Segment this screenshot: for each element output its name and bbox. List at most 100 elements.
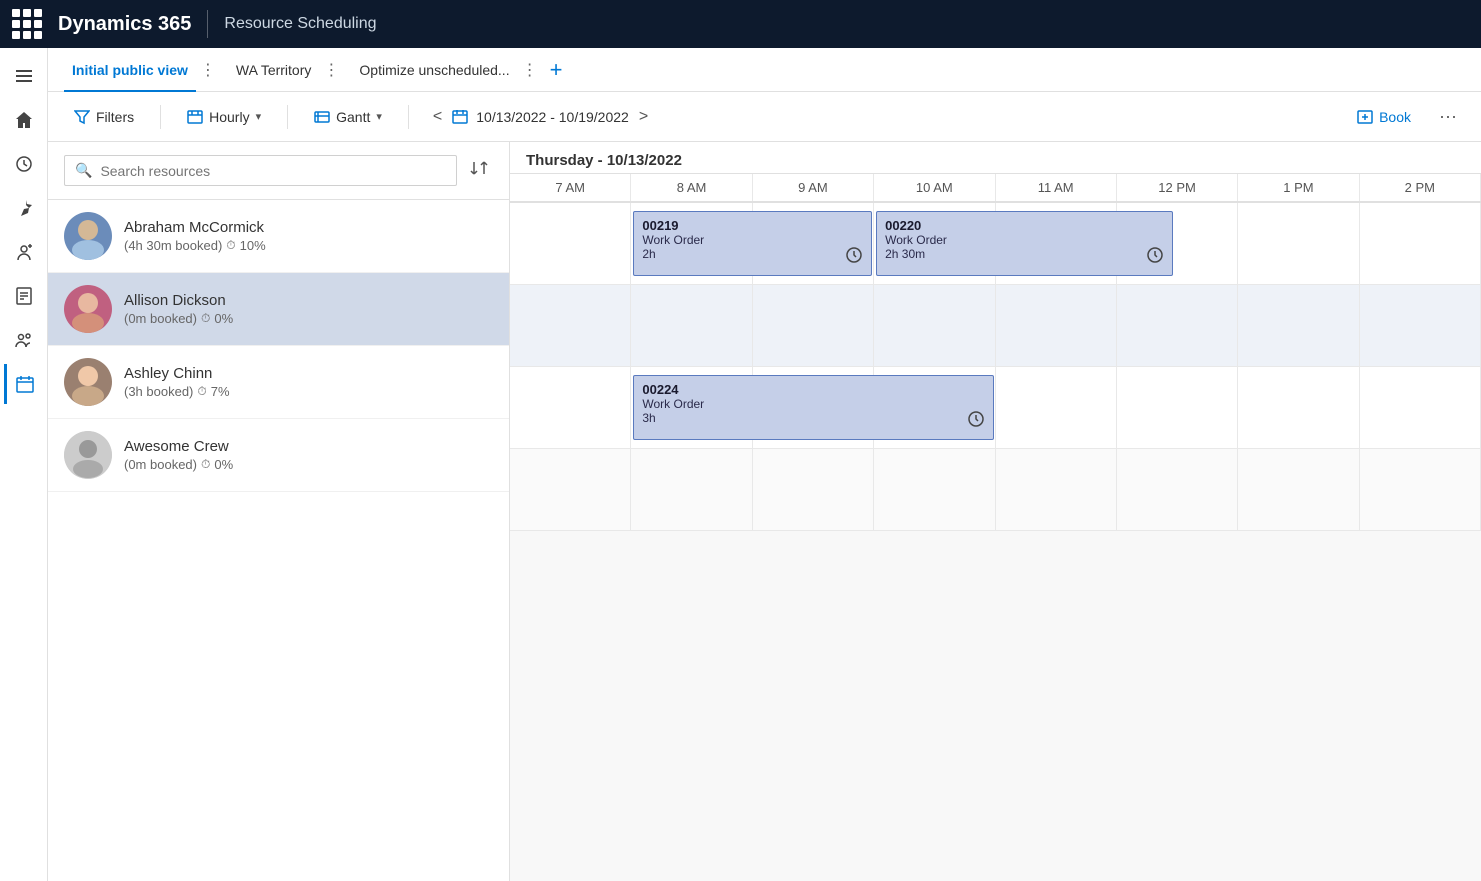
time-slot-12pm: 12 PM xyxy=(1117,174,1238,201)
gantt-label: Gantt xyxy=(336,109,370,125)
sidebar-item-calendar[interactable] xyxy=(4,364,44,404)
clock-icon-allison: ⏱ xyxy=(201,311,210,326)
resource-booked-ashley: (3h booked) xyxy=(124,384,193,399)
tab-more-initial[interactable]: ⋮ xyxy=(196,60,220,80)
gantt-row-ashley: 00224 Work Order 3h xyxy=(510,367,1481,449)
resource-info-abraham: Abraham McCormick (4h 30m booked) ⏱ 10% xyxy=(124,219,266,253)
prev-arrow-button[interactable]: < xyxy=(425,104,450,130)
clock-icon-abraham: ⏱ xyxy=(226,238,235,253)
calendar-range-icon xyxy=(452,109,468,125)
tab-label-wa: WA Territory xyxy=(236,62,311,78)
sidebar-item-reports[interactable] xyxy=(4,276,44,316)
avatar-allison xyxy=(64,285,112,333)
sort-button[interactable] xyxy=(465,154,493,187)
clock-icon-awesome-crew: ⏱ xyxy=(201,457,210,472)
toolbar-sep-2 xyxy=(287,105,288,129)
resource-booked-awesome-crew: (0m booked) xyxy=(124,457,197,472)
book-icon xyxy=(1357,109,1373,125)
hourly-label: Hourly xyxy=(209,109,249,125)
sidebar-item-recent[interactable] xyxy=(4,144,44,184)
gantt-chevron: ▾ xyxy=(376,110,382,123)
time-slot-9am: 9 AM xyxy=(753,174,874,201)
wo-type-00219: Work Order xyxy=(642,233,863,247)
resource-meta-ashley: (3h booked) ⏱ 7% xyxy=(124,384,230,399)
resource-name-abraham: Abraham McCormick xyxy=(124,219,266,236)
wo-number-00219: 00219 xyxy=(642,218,863,233)
nav-arrows: < 10/13/2022 - 10/19/2022 > xyxy=(425,104,656,130)
tab-initial-public-view[interactable]: Initial public view xyxy=(64,48,196,92)
nav-divider xyxy=(207,10,208,38)
search-input-wrapper[interactable]: 🔍 xyxy=(64,155,457,186)
work-order-00224[interactable]: 00224 Work Order 3h xyxy=(633,375,993,440)
avatar-ashley-svg xyxy=(64,358,112,406)
search-input[interactable] xyxy=(100,163,446,179)
avatar-awesome-crew xyxy=(64,431,112,479)
wo-type-00224: Work Order xyxy=(642,397,984,411)
tab-optimize[interactable]: Optimize unscheduled... xyxy=(351,48,517,92)
app-launcher-icon[interactable] xyxy=(12,9,42,39)
sidebar-item-pinned[interactable] xyxy=(4,188,44,228)
resource-item-allison[interactable]: Allison Dickson (0m booked) ⏱ 0% xyxy=(48,273,509,346)
wo-number-00220: 00220 xyxy=(885,218,1164,233)
hourly-icon xyxy=(187,109,203,125)
calendar-icon xyxy=(15,374,35,394)
sort-icon xyxy=(469,158,489,178)
scheduler: 🔍 xyxy=(48,142,1481,881)
sidebar-item-home[interactable] xyxy=(4,100,44,140)
date-range-text: 10/13/2022 - 10/19/2022 xyxy=(476,109,629,125)
time-slot-7am: 7 AM xyxy=(510,174,631,201)
avatar-abraham xyxy=(64,212,112,260)
sidebar-item-contacts[interactable] xyxy=(4,232,44,272)
resource-name-awesome-crew: Awesome Crew xyxy=(124,438,233,455)
hourly-chevron: ▾ xyxy=(256,110,262,123)
resource-item-abraham[interactable]: Abraham McCormick (4h 30m booked) ⏱ 10% xyxy=(48,200,509,273)
avatar-awesome-crew-svg xyxy=(64,431,112,479)
more-options-button[interactable]: ··· xyxy=(1431,102,1465,131)
avatar-ashley xyxy=(64,358,112,406)
sidebar-icons xyxy=(0,48,48,881)
resource-item-ashley[interactable]: Ashley Chinn (3h booked) ⏱ 7% xyxy=(48,346,509,419)
top-nav-bar: Dynamics 365 Resource Scheduling xyxy=(0,0,1481,48)
tab-add-button[interactable]: + xyxy=(542,57,571,83)
tab-more-wa[interactable]: ⋮ xyxy=(319,60,343,80)
sidebar-item-menu[interactable] xyxy=(4,56,44,96)
resource-list: Abraham McCormick (4h 30m booked) ⏱ 10% xyxy=(48,200,509,881)
date-range-display: 10/13/2022 - 10/19/2022 xyxy=(452,109,629,125)
hourly-button[interactable]: Hourly ▾ xyxy=(177,103,271,131)
wo-clock-00219 xyxy=(845,246,863,269)
toolbar-right: Book ··· xyxy=(1345,102,1465,131)
book-button[interactable]: Book xyxy=(1345,103,1423,131)
resource-info-awesome-crew: Awesome Crew (0m booked) ⏱ 0% xyxy=(124,438,233,472)
next-arrow-button[interactable]: > xyxy=(631,104,656,130)
book-label: Book xyxy=(1379,109,1411,125)
tab-more-optimize[interactable]: ⋮ xyxy=(518,60,542,80)
resource-info-ashley: Ashley Chinn (3h booked) ⏱ 7% xyxy=(124,365,230,399)
content-area: Initial public view ⋮ WA Territory ⋮ Opt… xyxy=(48,48,1481,881)
gantt-button[interactable]: Gantt ▾ xyxy=(304,103,392,131)
tab-wa-territory[interactable]: WA Territory xyxy=(228,48,319,92)
gantt-time-header: 7 AM 8 AM 9 AM 10 AM 11 AM 12 PM 1 PM 2 … xyxy=(510,174,1481,202)
filters-label: Filters xyxy=(96,109,134,125)
resource-util-awesome-crew: 0% xyxy=(214,457,233,472)
resource-name-ashley: Ashley Chinn xyxy=(124,365,230,382)
wo-duration-00219: 2h xyxy=(642,247,863,261)
module-title: Resource Scheduling xyxy=(224,15,376,33)
sidebar-item-people[interactable] xyxy=(4,320,44,360)
filters-button[interactable]: Filters xyxy=(64,103,144,131)
resource-item-awesome-crew[interactable]: Awesome Crew (0m booked) ⏱ 0% xyxy=(48,419,509,492)
gantt-header-date-text: Thursday - 10/13/2022 xyxy=(510,142,1481,174)
work-order-00220[interactable]: 00220 Work Order 2h 30m xyxy=(876,211,1173,276)
gantt-date-header: Thursday - 10/13/2022 7 AM 8 AM 9 AM 10 … xyxy=(510,142,1481,203)
work-order-00219[interactable]: 00219 Work Order 2h xyxy=(633,211,872,276)
gantt-area: Thursday - 10/13/2022 7 AM 8 AM 9 AM 10 … xyxy=(510,142,1481,881)
avatar-abraham-svg xyxy=(64,212,112,260)
reports-icon xyxy=(14,286,34,306)
toolbar-sep-1 xyxy=(160,105,161,129)
resource-util-ashley: 7% xyxy=(211,384,230,399)
wo-clock-00220 xyxy=(1146,246,1164,269)
resource-meta-abraham: (4h 30m booked) ⏱ 10% xyxy=(124,238,266,253)
people-icon xyxy=(14,330,34,350)
wo-duration-00220: 2h 30m xyxy=(885,247,1164,261)
gantt-row-allison xyxy=(510,285,1481,367)
avatar-allison-svg xyxy=(64,285,112,333)
